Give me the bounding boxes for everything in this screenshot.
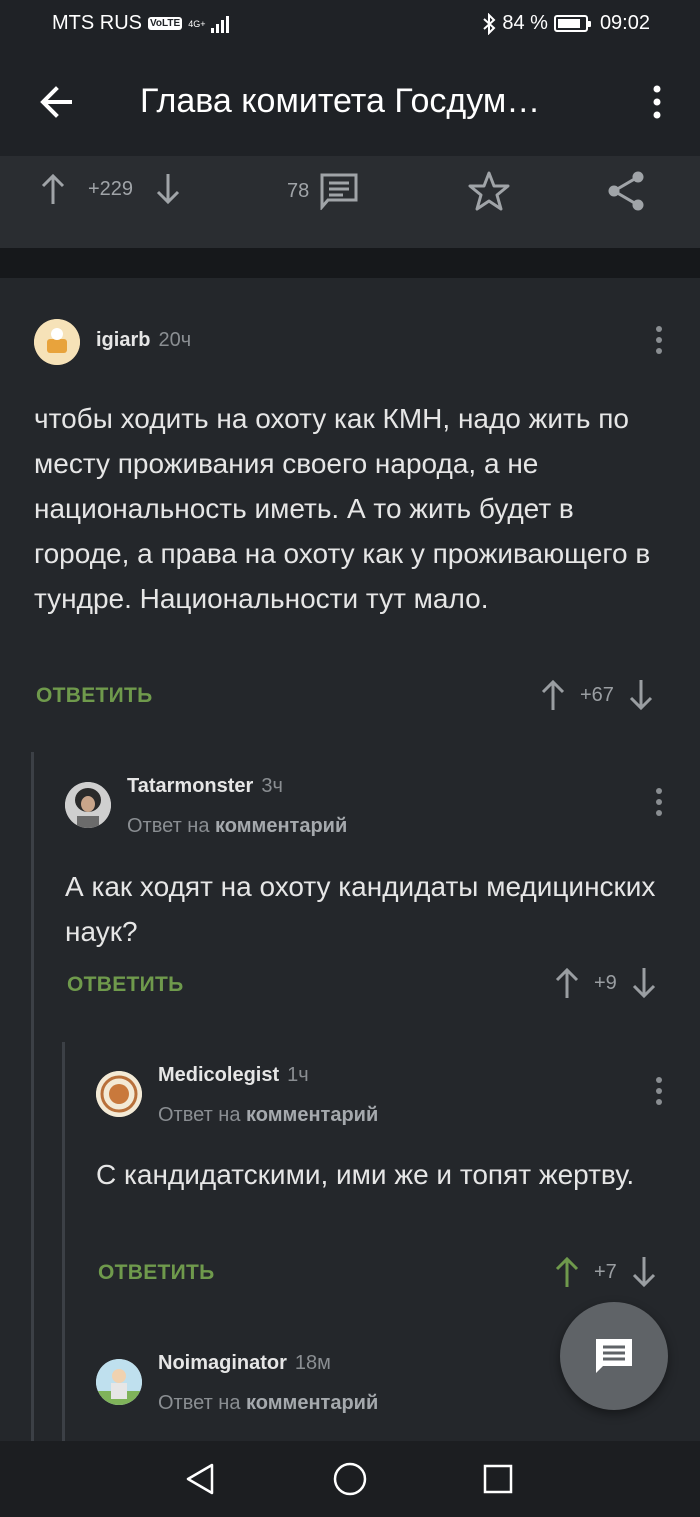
comment-votes: +9 (554, 966, 657, 1000)
comments-button[interactable]: 78 (287, 172, 359, 210)
comment-author[interactable]: igiarb 20ч (96, 329, 191, 352)
more-vert-icon[interactable] (653, 325, 665, 355)
reply-to-link[interactable]: Ответ на комментарий (158, 1392, 378, 1415)
clock: 09:02 (599, 12, 650, 34)
author-name[interactable]: Medicolegist (158, 1064, 279, 1086)
arrow-up-icon[interactable] (554, 966, 580, 1000)
reply-button[interactable]: ОТВЕТИТЬ (67, 973, 184, 997)
author-name[interactable]: igiarb (96, 329, 150, 351)
reply-button[interactable]: ОТВЕТИТЬ (36, 684, 153, 708)
status-bar: MTS RUS VoLTE 4G+ 84 % 09:02 (0, 0, 700, 48)
reply-to-prefix: Ответ на (158, 1392, 241, 1414)
battery-percent: 84 % (502, 12, 548, 34)
share-icon[interactable] (606, 170, 646, 212)
page-title: Глава комитета Госдум… (140, 82, 541, 120)
arrow-up-icon[interactable] (540, 678, 566, 712)
battery-icon (553, 15, 591, 32)
avatar[interactable] (96, 1359, 142, 1405)
arrow-down-icon[interactable] (628, 678, 654, 712)
arrow-up-icon[interactable] (554, 1255, 580, 1289)
reply-to-target[interactable]: комментарий (246, 1392, 378, 1414)
comment-text: С кандидатскими, ими же и топят жертву. (96, 1159, 635, 1190)
reply-to-prefix: Ответ на (127, 815, 210, 837)
comment-text: А как ходят на охоту кандидаты медицинск… (65, 871, 656, 947)
post-rating: +229 (88, 177, 134, 200)
thread-line (31, 752, 34, 1441)
avatar-image (96, 1071, 142, 1117)
comment-time: 3ч (261, 775, 283, 797)
comment-icon (320, 173, 358, 210)
comment-author[interactable]: Tatarmonster 3ч (127, 775, 283, 798)
author-name[interactable]: Noimaginator (158, 1352, 287, 1374)
reply-to-link[interactable]: Ответ на комментарий (127, 815, 347, 838)
bluetooth-icon (483, 12, 496, 35)
avatar-image (65, 782, 111, 828)
comment-author[interactable]: Noimaginator 18м (158, 1352, 331, 1375)
post-actions-bar: +229 78 (0, 156, 700, 248)
avatar[interactable] (96, 1071, 142, 1117)
more-vert-icon[interactable] (653, 787, 665, 817)
comments-count: 78 (287, 179, 310, 202)
volte-badge: VoLTE (148, 17, 183, 30)
more-vert-icon[interactable] (653, 1076, 665, 1106)
thread-line (62, 1042, 65, 1441)
app-bar: Глава комитета Госдум… (0, 48, 700, 156)
reply-button[interactable]: ОТВЕТИТЬ (98, 1261, 215, 1285)
nav-back-triangle-icon[interactable] (182, 1461, 218, 1497)
comment-votes: +67 (540, 678, 654, 712)
post-rating-group: +229 (40, 172, 181, 206)
nav-home-circle-icon[interactable] (332, 1461, 368, 1497)
new-comment-icon (596, 1339, 632, 1373)
new-comment-button[interactable] (560, 1302, 668, 1410)
arrow-down-icon[interactable] (631, 1255, 657, 1289)
comment-votes: +7 (554, 1255, 657, 1289)
reply-to-link[interactable]: Ответ на комментарий (158, 1104, 378, 1127)
comment-time: 18м (294, 1352, 331, 1374)
section-divider (0, 248, 700, 278)
signal-icon (211, 15, 230, 33)
avatar[interactable] (65, 782, 111, 828)
comment-author[interactable]: Medicolegist 1ч (158, 1064, 309, 1087)
comment-rating: +9 (594, 971, 617, 994)
reply-to-prefix: Ответ на (158, 1104, 241, 1126)
network-type: 4G+ (188, 18, 206, 29)
arrow-left-icon[interactable] (36, 82, 76, 122)
arrow-up-icon[interactable] (40, 172, 66, 206)
comment-rating: +7 (594, 1260, 617, 1283)
comment-text: чтобы ходить на охоту как КМН, надо жить… (34, 403, 651, 614)
comment-time: 1ч (287, 1064, 309, 1086)
arrow-down-icon[interactable] (155, 172, 181, 206)
author-name[interactable]: Tatarmonster (127, 775, 253, 797)
reply-to-target[interactable]: комментарий (215, 815, 347, 837)
nav-recents-square-icon[interactable] (480, 1461, 516, 1497)
comment-time: 20ч (158, 329, 192, 351)
avatar-image (96, 1359, 142, 1405)
carrier-name: MTS RUS (52, 12, 142, 34)
star-icon[interactable] (468, 170, 510, 212)
comment-rating: +67 (580, 683, 614, 706)
avatar[interactable] (34, 319, 80, 365)
system-nav-bar (0, 1441, 700, 1517)
reply-to-target[interactable]: комментарий (246, 1104, 378, 1126)
arrow-down-icon[interactable] (631, 966, 657, 1000)
more-vert-icon[interactable] (645, 82, 669, 122)
avatar-image (34, 319, 80, 365)
